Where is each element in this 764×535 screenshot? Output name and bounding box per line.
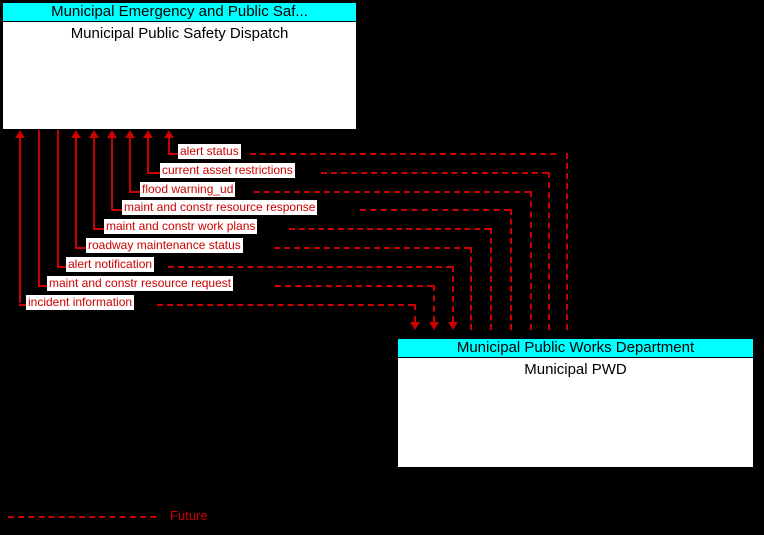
flow-label-alert-status[interactable]: alert status: [178, 144, 241, 159]
arrowhead-into-psd: [107, 130, 117, 138]
flow-line-flood-warning: [254, 191, 530, 193]
flow-trunk-maint-resource-request: [38, 130, 40, 285]
flow-elbow-roadway-maintenance-status: [75, 247, 86, 249]
arrowhead-into-pwd: [429, 322, 439, 330]
flow-elbow-current-asset-restrictions: [147, 172, 160, 174]
flow-line-maint-resource-request: [275, 285, 433, 287]
arrowhead-into-psd: [71, 130, 81, 138]
node-header-title: Municipal Emergency and Public Saf...: [3, 3, 356, 22]
flow-line-alert-status: [250, 153, 556, 155]
flow-elbow-maint-work-plans: [93, 228, 104, 230]
flow-elbow-alert-status: [168, 153, 178, 155]
flow-riser-maint-work-plans: [490, 228, 492, 330]
flow-elbow-maint-resource-request: [38, 285, 47, 287]
flow-elbow-alert-notification: [57, 266, 66, 268]
legend: Future: [0, 505, 240, 529]
flow-trunk-maint-work-plans: [93, 137, 95, 229]
arrowhead-into-psd: [125, 130, 135, 138]
flow-trunk-current-asset-restrictions: [147, 137, 149, 173]
node-subtitle: Municipal PWD: [524, 361, 627, 378]
flow-elbow-flood-warning: [129, 191, 140, 193]
flow-riser-alert-status: [566, 153, 568, 330]
flow-line-incident-information: [157, 304, 414, 306]
flow-trunk-incident-information: [19, 137, 21, 303]
arrowhead-into-pwd: [448, 322, 458, 330]
node-header-title: Municipal Public Works Department: [398, 339, 753, 358]
arrowhead-into-psd: [15, 130, 25, 138]
flow-label-roadway-maintenance-status[interactable]: roadway maintenance status: [86, 238, 243, 253]
flow-trunk-alert-notification: [57, 130, 59, 266]
arrowhead-into-psd: [164, 130, 174, 138]
legend-label-future: Future: [170, 508, 208, 523]
node-municipal-public-works-department[interactable]: Municipal Public Works Department Munici…: [397, 338, 754, 468]
flow-line-alert-notification: [168, 266, 452, 268]
arrowhead-into-psd: [143, 130, 153, 138]
flow-riser-alert-notification: [452, 266, 454, 322]
flow-label-alert-notification[interactable]: alert notification: [66, 257, 155, 272]
flow-label-maint-resource-request[interactable]: maint and constr resource request: [47, 276, 234, 291]
flow-elbow-maint-resource-response: [111, 209, 122, 211]
flow-label-incident-information[interactable]: incident information: [26, 295, 135, 310]
flow-label-maint-work-plans[interactable]: maint and constr work plans: [104, 219, 258, 234]
diagram-canvas: Municipal Emergency and Public Saf... Mu…: [0, 0, 764, 535]
flow-trunk-flood-warning: [129, 137, 131, 192]
flow-riser-maint-resource-request: [433, 285, 435, 322]
flow-line-roadway-maintenance-status: [274, 247, 470, 249]
flow-riser-flood-warning: [530, 191, 532, 330]
flow-label-current-asset-restrictions[interactable]: current asset restrictions: [160, 163, 295, 178]
flow-label-flood-warning[interactable]: flood warning_ud: [140, 182, 236, 197]
arrowhead-into-psd: [89, 130, 99, 138]
flow-trunk-maint-resource-response: [111, 137, 113, 210]
flow-riser-incident-information: [414, 304, 416, 322]
node-municipal-public-safety-dispatch[interactable]: Municipal Emergency and Public Saf... Mu…: [2, 2, 357, 130]
node-subtitle: Municipal Public Safety Dispatch: [70, 25, 289, 42]
legend-swatch-future-dashed: [8, 516, 156, 518]
flow-trunk-alert-status: [168, 137, 170, 154]
flow-line-maint-resource-response: [360, 209, 510, 211]
flow-trunk-roadway-maintenance-status: [75, 137, 77, 248]
flow-riser-roadway-maintenance-status: [470, 247, 472, 330]
arrowhead-into-pwd: [410, 322, 420, 330]
flow-line-current-asset-restrictions: [321, 172, 548, 174]
flow-line-maint-work-plans: [289, 228, 490, 230]
flow-riser-maint-resource-response: [510, 209, 512, 330]
flow-label-maint-resource-response[interactable]: maint and constr resource response: [122, 200, 318, 215]
flow-riser-current-asset-restrictions: [548, 172, 550, 330]
